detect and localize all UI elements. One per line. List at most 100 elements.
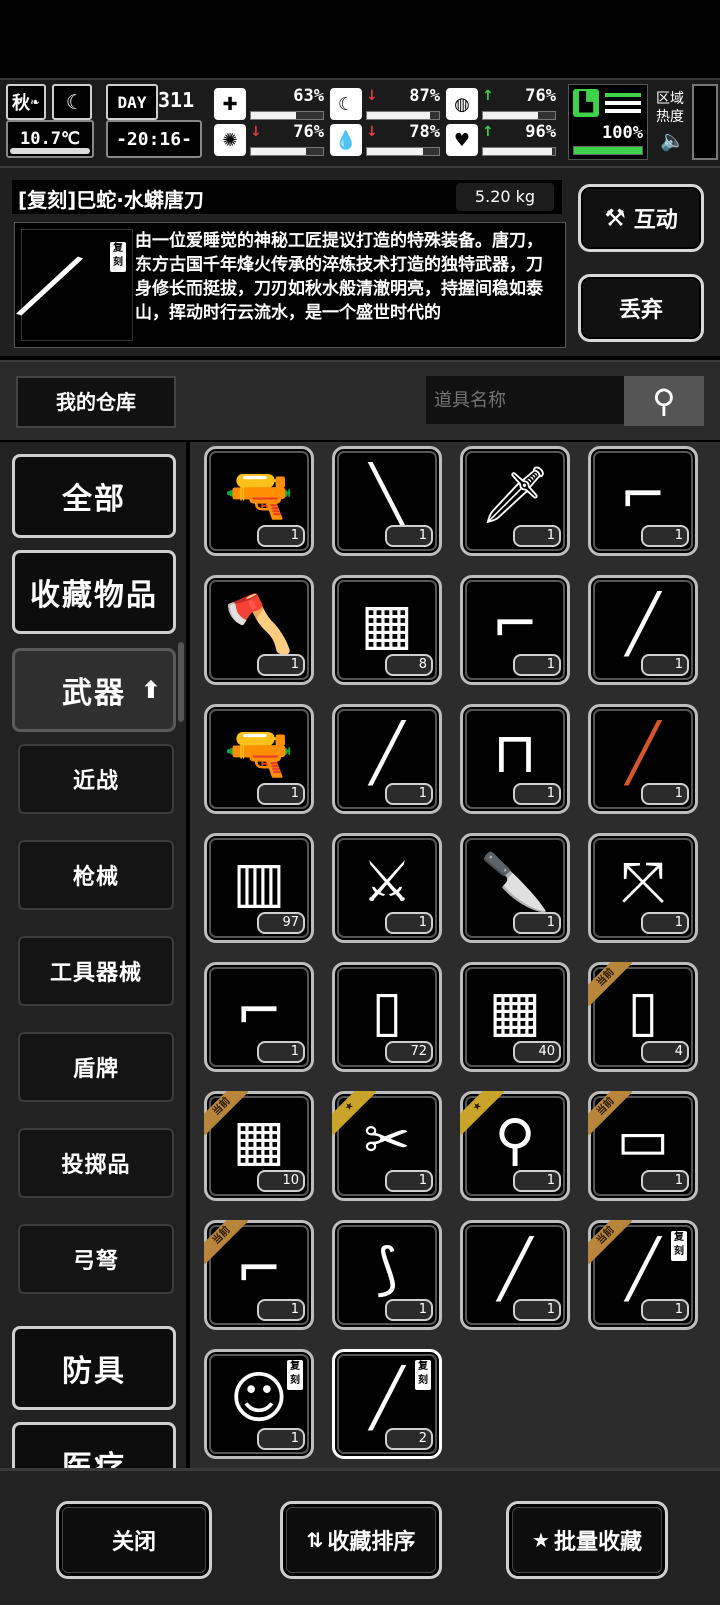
- collapse-arrow-icon: ⬆: [140, 676, 163, 704]
- item-count: 1: [641, 1299, 689, 1321]
- inventory-slot[interactable]: ⌐ 1: [204, 962, 314, 1072]
- inventory-grid: 🔫 1 ╲ 1 🗡 1 ⌐ 1 🪓 1 ▦ 8 ⌐ 1 ╱ 1 🔫 1 ╱ 1 ⊓ 1 ╱ 1 ▥ 97 ⚔ 1 🔪 1 ⤧ 1 ⌐ 1 ▯ 72 ▦ 4…: [190, 442, 720, 1468]
- batch-favorite-button[interactable]: ★ 批量收藏: [506, 1501, 668, 1579]
- inventory-slot[interactable]: ╱ 1: [332, 704, 442, 814]
- stat-value: 78%: [409, 122, 440, 142]
- boot-icon: ▙: [573, 89, 599, 117]
- swap-arrows-icon: ⇅: [306, 1528, 324, 1552]
- nav-armor[interactable]: 防具: [12, 1326, 176, 1410]
- batch-favorite-label: 批量收藏: [553, 1530, 642, 1555]
- clock: -20:16-: [106, 120, 202, 158]
- favorite-ribbon: ★: [332, 1091, 376, 1135]
- inventory-slot[interactable]: ╱ 当前 复刻 1: [588, 1220, 698, 1330]
- item-count: 40: [513, 1041, 561, 1063]
- inventory-slot[interactable]: ⟆ 1: [332, 1220, 442, 1330]
- inventory-slot[interactable]: ▦ 当前 10: [204, 1091, 314, 1201]
- stat-water-drop: 💧 ↓ 78%: [330, 122, 442, 158]
- item-count: 1: [385, 912, 433, 934]
- inventory-slot[interactable]: ⌐ 1: [588, 446, 698, 556]
- close-label: 关闭: [111, 1530, 156, 1555]
- nav-scrollbar[interactable]: [178, 642, 184, 722]
- stat-value: 76%: [525, 86, 556, 106]
- item-count: 1: [257, 1299, 305, 1321]
- inventory-slot[interactable]: 🔫 1: [204, 704, 314, 814]
- item-name-bar: [复刻]巳蛇·水蟒唐刀 5.20 kg: [12, 180, 562, 214]
- inventory-slot[interactable]: ▯ 72: [332, 962, 442, 1072]
- inventory-slot[interactable]: 🗡 1: [460, 446, 570, 556]
- item-count: 1: [257, 525, 305, 547]
- stat-bar: [482, 147, 556, 156]
- inventory-slot[interactable]: ▦ 40: [460, 962, 570, 1072]
- inventory-slot[interactable]: ╱ 复刻 2: [332, 1349, 442, 1459]
- inventory-slot[interactable]: ╲ 1: [332, 446, 442, 556]
- inventory-slot[interactable]: ✂ ★ 1: [332, 1091, 442, 1201]
- discard-button[interactable]: 丢弃: [578, 274, 704, 342]
- stamina-icon: ◍: [446, 88, 478, 120]
- search-input[interactable]: [426, 376, 638, 424]
- item-name: [复刻]巳蛇·水蟒唐刀: [18, 188, 204, 212]
- nav-sub-2[interactable]: 工具器械: [18, 936, 174, 1006]
- nav-medical[interactable]: 医疗: [12, 1422, 176, 1468]
- favorite-ribbon: ★: [460, 1091, 504, 1135]
- inventory-slot[interactable]: 🪓 1: [204, 575, 314, 685]
- interact-button[interactable]: ⚒ 互动: [578, 184, 704, 252]
- stat-bar: [482, 111, 556, 120]
- remake-badge: 复刻: [287, 1360, 303, 1390]
- search-button[interactable]: ⚲: [624, 376, 704, 426]
- stat-medkit: ✚ 63%: [214, 86, 326, 122]
- inventory-slot[interactable]: ⤧ 1: [588, 833, 698, 943]
- inventory-slot[interactable]: ⌐ 1: [460, 575, 570, 685]
- current-ribbon: 当前: [204, 1091, 248, 1135]
- inventory-slot[interactable]: ▭ 当前 1: [588, 1091, 698, 1201]
- boot-value: 100%: [602, 123, 643, 143]
- close-button[interactable]: 关闭: [56, 1501, 212, 1579]
- sound-icon[interactable]: 🔈: [660, 128, 685, 152]
- nav-sub-3[interactable]: 盾牌: [18, 1032, 174, 1102]
- inventory-slot[interactable]: ▥ 97: [204, 833, 314, 943]
- ribbon-label: 当前: [588, 1220, 632, 1264]
- nav-all[interactable]: 全部: [12, 454, 176, 538]
- trend-arrow-icon: ↓: [366, 124, 378, 140]
- inventory-slot[interactable]: 🔫 1: [204, 446, 314, 556]
- boot-durability: ▙ 100%: [568, 84, 648, 160]
- remake-badge: 复刻: [110, 242, 126, 272]
- item-count: 97: [257, 912, 305, 934]
- sort-favorites-button[interactable]: ⇅ 收藏排序: [280, 1501, 442, 1579]
- nav-favorites[interactable]: 收藏物品: [12, 550, 176, 634]
- inventory-slot[interactable]: ▯ 当前 4: [588, 962, 698, 1072]
- inventory-slot[interactable]: ▦ 8: [332, 575, 442, 685]
- stat-brain: ✺ ↓ 76%: [214, 122, 326, 158]
- stat-bar: [366, 147, 440, 156]
- inventory-slot[interactable]: ╱ 1: [588, 575, 698, 685]
- inventory-slot[interactable]: ⚲ ★ 1: [460, 1091, 570, 1201]
- inventory-slot[interactable]: ╱ 1: [588, 704, 698, 814]
- nav-sub-4[interactable]: 投掷品: [18, 1128, 174, 1198]
- item-count: 1: [641, 1170, 689, 1192]
- nav-sub-5[interactable]: 弓弩: [18, 1224, 174, 1294]
- inventory-slot[interactable]: 🔪 1: [460, 833, 570, 943]
- search-row: 我的仓库 ⚲: [0, 360, 720, 440]
- current-ribbon: 当前: [588, 1220, 632, 1264]
- item-count: 1: [513, 783, 561, 805]
- item-count: 10: [257, 1170, 305, 1192]
- nav-sub-1[interactable]: 枪械: [18, 840, 174, 910]
- inventory-slot[interactable]: ⚔ 1: [332, 833, 442, 943]
- brain-icon: ✺: [214, 124, 246, 156]
- stat-stamina: ◍ ↑ 76%: [446, 86, 558, 122]
- stat-value: 76%: [293, 122, 324, 142]
- region-heat-label: 区域热度: [656, 91, 684, 125]
- hammer-hand-icon: ⚒: [604, 204, 626, 232]
- bottom-bar: 关闭 ⇅ 收藏排序 ★ 批量收藏: [0, 1468, 720, 1605]
- inventory-slot[interactable]: ╱ 1: [460, 1220, 570, 1330]
- moon-icon: ☾: [52, 84, 92, 120]
- nav-weapons-label: 武器: [62, 676, 126, 711]
- inventory-slot[interactable]: ⌐ 当前 1: [204, 1220, 314, 1330]
- warehouse-label: 我的仓库: [16, 376, 176, 428]
- inventory-slot[interactable]: ☺ 复刻 1: [204, 1349, 314, 1459]
- nav-sub-0[interactable]: 近战: [18, 744, 174, 814]
- inventory-slot[interactable]: ⊓ 1: [460, 704, 570, 814]
- item-info-box: ╱ 复刻 由一位爱睡觉的神秘工匠提议打造的特殊装备。唐刀，东方古国千年烽火传承的…: [14, 222, 566, 348]
- nav-weapons[interactable]: 武器 ⬆: [12, 648, 176, 732]
- remake-badge: 复刻: [415, 1360, 431, 1390]
- stars-icon: ★: [532, 1528, 550, 1552]
